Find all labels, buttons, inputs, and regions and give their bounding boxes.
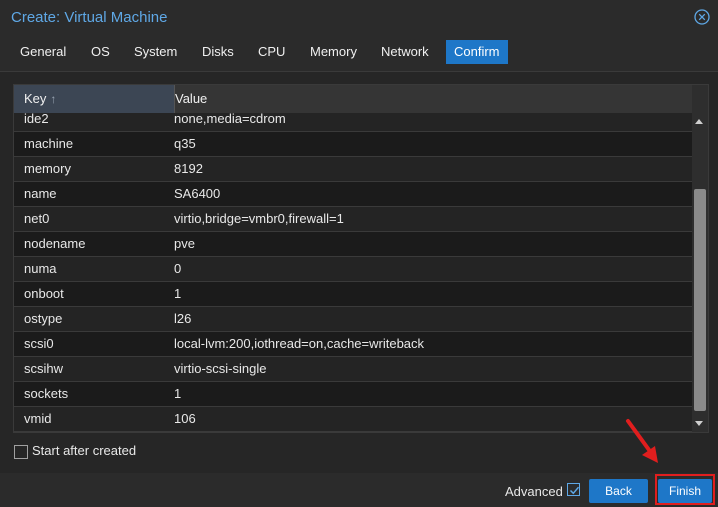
create-vm-dialog: Create: Virtual Machine General OS Syste… [0, 0, 718, 507]
row-value: 1 [174, 386, 182, 401]
advanced-label[interactable]: Advanced [505, 484, 563, 499]
column-key-label: Key [24, 91, 47, 106]
table-row[interactable]: ostype l26 [14, 307, 692, 332]
tab-memory[interactable]: Memory [302, 40, 365, 64]
tab-cpu[interactable]: CPU [250, 40, 293, 64]
table-row[interactable]: onboot 1 [14, 282, 692, 307]
table-row[interactable]: numa 0 [14, 257, 692, 282]
wizard-tabs: General OS System Disks CPU Memory Netwo… [0, 40, 718, 66]
row-value: 0 [174, 261, 182, 276]
row-key: onboot [24, 286, 64, 301]
row-key: name [24, 186, 57, 201]
row-key: vmid [24, 411, 52, 426]
column-header-value[interactable]: Value [165, 85, 690, 113]
summary-grid: Key ↑ Value ide2 none,media=cdrom machine q… [13, 84, 709, 433]
tab-disks[interactable]: Disks [194, 40, 242, 64]
start-after-created-checkbox[interactable] [14, 445, 28, 459]
table-row[interactable]: scsihw virtio-scsi-single [14, 357, 692, 382]
table-row[interactable]: ide2 none,media=cdrom [14, 113, 692, 132]
row-key: machine [24, 136, 74, 151]
row-key: ostype [24, 311, 63, 326]
row-key: scsihw [24, 361, 64, 376]
tab-system[interactable]: System [126, 40, 185, 64]
pointer-arrow-icon [626, 419, 658, 463]
table-row[interactable]: name SA6400 [14, 182, 692, 207]
row-key: sockets [24, 386, 69, 401]
row-key: nodename [24, 236, 86, 251]
grid-header: Key ↑ Value [14, 85, 692, 113]
table-row[interactable]: machine q35 [14, 132, 692, 157]
row-value: l26 [174, 311, 192, 326]
row-value: q35 [174, 136, 196, 151]
table-row[interactable]: memory 8192 [14, 157, 692, 182]
dialog-titlebar: Create: Virtual Machine [0, 0, 718, 36]
row-value: local-lvm:200,iothread=on,cache=writebac… [174, 336, 425, 351]
scroll-up-icon[interactable] [695, 119, 703, 124]
row-value: 1 [174, 286, 182, 301]
tab-network[interactable]: Network [373, 40, 437, 64]
row-value: SA6400 [174, 186, 221, 201]
sort-ascending-icon: ↑ [50, 92, 57, 106]
row-value: 106 [174, 411, 196, 426]
row-value: virtio-scsi-single [174, 361, 267, 376]
scroll-thumb[interactable] [694, 189, 706, 411]
table-row[interactable]: net0 virtio,bridge=vmbr0,firewall=1 [14, 207, 692, 232]
row-key: scsi0 [24, 336, 54, 351]
column-value-label: Value [175, 91, 208, 106]
row-value: 8192 [174, 161, 203, 176]
checkmark-icon [569, 486, 580, 495]
tab-os[interactable]: OS [83, 40, 118, 64]
table-row[interactable]: scsi0 local-lvm:200,iothread=on,cache=wri… [14, 332, 692, 357]
row-key: ide2 [24, 113, 49, 126]
grid-scrollbar[interactable] [692, 85, 708, 432]
table-row[interactable]: sockets 1 [14, 382, 692, 407]
tab-confirm[interactable]: Confirm [446, 40, 508, 64]
row-key: memory [24, 161, 71, 176]
grid-rows: ide2 none,media=cdrom machine q35 memory 81… [14, 113, 692, 432]
dialog-title: Create: Virtual Machine [11, 9, 168, 26]
row-key: numa [24, 261, 57, 276]
close-icon[interactable] [694, 9, 710, 25]
dialog-footer: Advanced Back Finish [0, 473, 718, 507]
scroll-down-icon[interactable] [695, 421, 703, 426]
row-value: virtio,bridge=vmbr0,firewall=1 [174, 211, 344, 226]
table-row[interactable]: nodename pve [14, 232, 692, 257]
column-header-key[interactable]: Key ↑ [14, 85, 175, 113]
table-row[interactable]: vmid 106 [14, 407, 692, 432]
finish-highlight-box [655, 474, 715, 505]
back-button[interactable]: Back [589, 479, 648, 503]
advanced-checkbox[interactable] [567, 483, 580, 496]
row-value: none,media=cdrom [174, 113, 286, 126]
confirm-panel: Key ↑ Value ide2 none,media=cdrom machine q… [0, 71, 718, 474]
row-value: pve [174, 236, 195, 251]
tab-general[interactable]: General [12, 40, 74, 64]
start-after-created-label[interactable]: Start after created [32, 443, 136, 458]
row-key: net0 [24, 211, 50, 226]
